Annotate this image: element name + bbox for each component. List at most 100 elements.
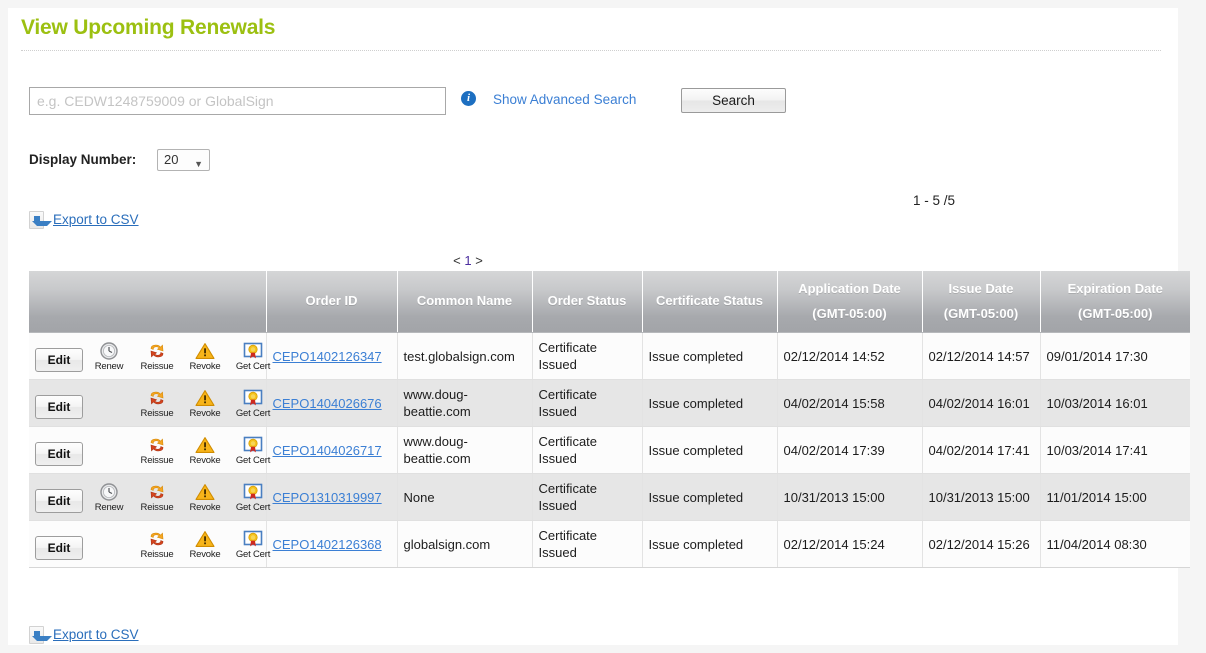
revoke-label: Revoke bbox=[183, 408, 227, 419]
order-id-link[interactable]: CEPO1404026676 bbox=[273, 396, 382, 411]
column-header-order-id[interactable]: Order ID bbox=[266, 271, 397, 333]
revoke-label: Revoke bbox=[183, 455, 227, 466]
issue-date-cell: 04/02/2014 16:01 bbox=[922, 380, 1040, 427]
pagination-page-1[interactable]: 1 bbox=[464, 253, 471, 268]
display-number-value: 20 bbox=[164, 152, 178, 167]
download-csv-icon bbox=[29, 211, 44, 229]
clock-renew-icon bbox=[98, 341, 120, 361]
search-input[interactable] bbox=[29, 87, 446, 115]
application-date-cell: 10/31/2013 15:00 bbox=[777, 474, 922, 521]
column-header-issue-date[interactable]: Issue Date (GMT-05:00) bbox=[922, 271, 1040, 333]
renew-action[interactable]: Renew bbox=[87, 340, 131, 372]
search-button[interactable]: Search bbox=[681, 88, 786, 113]
edit-button[interactable]: Edit bbox=[35, 536, 83, 560]
certificates-table: Order ID Common Name Order Status Certif… bbox=[29, 271, 1190, 568]
renew-action[interactable]: Renew bbox=[87, 481, 131, 513]
column-header-common-name[interactable]: Common Name bbox=[397, 271, 532, 333]
edit-button[interactable]: Edit bbox=[35, 348, 83, 372]
chevron-down-icon: ▼ bbox=[194, 154, 203, 174]
reissue-label: Reissue bbox=[135, 408, 179, 419]
order-id-cell: CEPO1404026676 bbox=[266, 380, 397, 427]
getcert-action[interactable]: Get Cert bbox=[231, 528, 275, 560]
expiration-date-cell: 11/01/2014 15:00 bbox=[1040, 474, 1190, 521]
title-divider bbox=[21, 50, 1161, 51]
expiration-date-cell: 10/03/2014 17:41 bbox=[1040, 427, 1190, 474]
getcert-label: Get Cert bbox=[231, 455, 275, 466]
table-row: EditReissueRevokeGet CertCEPO1404026676w… bbox=[29, 380, 1190, 427]
renew-label: Renew bbox=[87, 361, 131, 372]
getcert-action[interactable]: Get Cert bbox=[231, 387, 275, 419]
table-body: EditRenewReissueRevokeGet CertCEPO140212… bbox=[29, 333, 1190, 568]
result-count: 1 - 5 /5 bbox=[913, 193, 955, 208]
expiration-date-cell: 11/04/2014 08:30 bbox=[1040, 521, 1190, 568]
issue-date-cell: 02/12/2014 15:26 bbox=[922, 521, 1040, 568]
column-header-expiration-date[interactable]: Expiration Date (GMT-05:00) bbox=[1040, 271, 1190, 333]
pagination-prev[interactable]: < bbox=[453, 253, 461, 268]
row-actions: EditReissueRevokeGet Cert bbox=[35, 387, 262, 419]
info-icon[interactable]: i bbox=[461, 91, 476, 106]
order-id-link[interactable]: CEPO1402126368 bbox=[273, 537, 382, 552]
export-csv-bottom-link[interactable]: Export to CSV bbox=[53, 627, 139, 642]
issue-date-cell: 10/31/2013 15:00 bbox=[922, 474, 1040, 521]
revoke-action[interactable]: Revoke bbox=[183, 387, 227, 419]
revoke-action[interactable]: Revoke bbox=[183, 434, 227, 466]
column-header-label: Certificate Status bbox=[656, 293, 763, 308]
order-id-cell: CEPO1402126368 bbox=[266, 521, 397, 568]
refresh-reissue-icon bbox=[146, 482, 168, 502]
order-id-link[interactable]: CEPO1404026717 bbox=[273, 443, 382, 458]
certificate-getcert-icon bbox=[242, 529, 264, 549]
revoke-action[interactable]: Revoke bbox=[183, 528, 227, 560]
getcert-label: Get Cert bbox=[231, 361, 275, 372]
revoke-label: Revoke bbox=[183, 549, 227, 560]
refresh-reissue-icon bbox=[146, 388, 168, 408]
issue-date-cell: 02/12/2014 14:57 bbox=[922, 333, 1040, 380]
pagination-next[interactable]: > bbox=[475, 253, 483, 268]
column-header-order-status[interactable]: Order Status bbox=[532, 271, 642, 333]
edit-button[interactable]: Edit bbox=[35, 395, 83, 419]
order-status-cell: Certificate Issued bbox=[532, 474, 642, 521]
reissue-action[interactable]: Reissue bbox=[135, 340, 179, 372]
refresh-reissue-icon bbox=[146, 529, 168, 549]
column-header-label: Expiration Date bbox=[1068, 281, 1163, 296]
warning-revoke-icon bbox=[194, 388, 216, 408]
order-status-cell: Certificate Issued bbox=[532, 380, 642, 427]
column-header-application-date[interactable]: Application Date (GMT-05:00) bbox=[777, 271, 922, 333]
getcert-action[interactable]: Get Cert bbox=[231, 434, 275, 466]
edit-button[interactable]: Edit bbox=[35, 489, 83, 513]
show-advanced-search-link[interactable]: Show Advanced Search bbox=[493, 92, 636, 107]
certificate-getcert-icon bbox=[242, 435, 264, 455]
refresh-reissue-icon bbox=[146, 435, 168, 455]
getcert-label: Get Cert bbox=[231, 502, 275, 513]
reissue-action[interactable]: Reissue bbox=[135, 528, 179, 560]
certificate-getcert-icon bbox=[242, 388, 264, 408]
revoke-action[interactable]: Revoke bbox=[183, 481, 227, 513]
display-number-select[interactable]: 20 ▼ bbox=[157, 149, 210, 171]
getcert-label: Get Cert bbox=[231, 408, 275, 419]
pagination: < 1 > bbox=[8, 253, 928, 268]
reissue-label: Reissue bbox=[135, 549, 179, 560]
order-id-link[interactable]: CEPO1310319997 bbox=[273, 490, 382, 505]
certificate-status-cell: Issue completed bbox=[642, 474, 777, 521]
row-actions: EditReissueRevokeGet Cert bbox=[35, 528, 262, 560]
reissue-action[interactable]: Reissue bbox=[135, 481, 179, 513]
certificate-status-cell: Issue completed bbox=[642, 521, 777, 568]
column-header-timezone: (GMT-05:00) bbox=[944, 306, 1018, 321]
column-header-label: Common Name bbox=[417, 293, 512, 308]
reissue-action[interactable]: Reissue bbox=[135, 434, 179, 466]
order-id-link[interactable]: CEPO1402126347 bbox=[273, 349, 382, 364]
column-header-actions bbox=[29, 271, 266, 333]
export-csv-top-link[interactable]: Export to CSV bbox=[53, 212, 139, 227]
row-actions: EditRenewReissueRevokeGet Cert bbox=[35, 481, 262, 513]
column-header-certificate-status[interactable]: Certificate Status bbox=[642, 271, 777, 333]
certificate-status-cell: Issue completed bbox=[642, 333, 777, 380]
expiration-date-cell: 10/03/2014 16:01 bbox=[1040, 380, 1190, 427]
reissue-action[interactable]: Reissue bbox=[135, 387, 179, 419]
getcert-action[interactable]: Get Cert bbox=[231, 481, 275, 513]
revoke-action[interactable]: Revoke bbox=[183, 340, 227, 372]
getcert-action[interactable]: Get Cert bbox=[231, 340, 275, 372]
edit-button[interactable]: Edit bbox=[35, 442, 83, 466]
certificate-status-cell: Issue completed bbox=[642, 427, 777, 474]
order-status-cell: Certificate Issued bbox=[532, 333, 642, 380]
warning-revoke-icon bbox=[194, 482, 216, 502]
column-header-label: Order ID bbox=[305, 293, 357, 308]
